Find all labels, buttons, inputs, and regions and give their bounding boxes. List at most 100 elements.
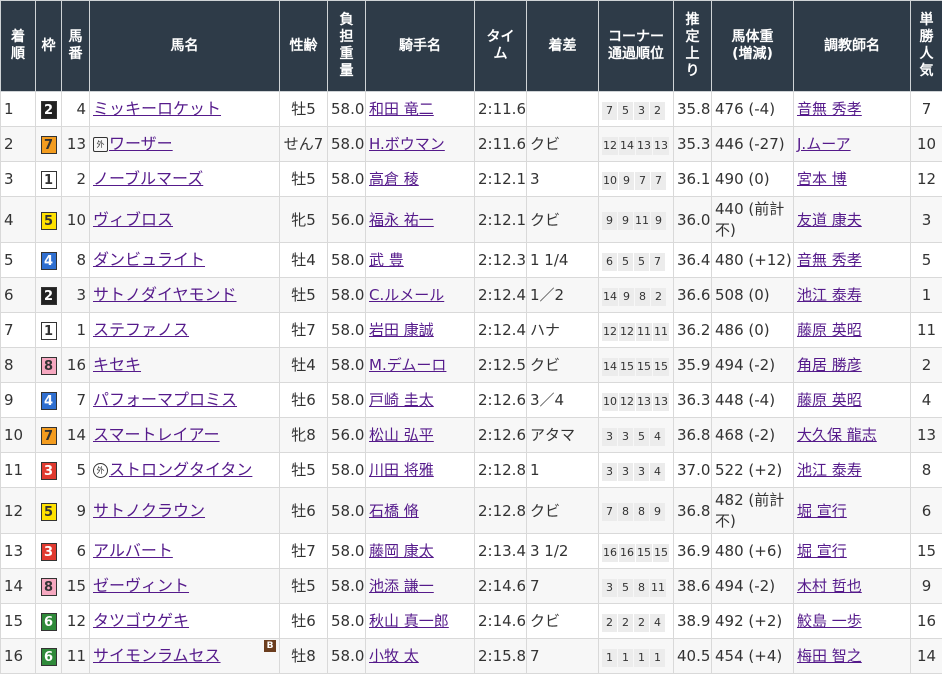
bodyweight-cell: 490 (0) <box>711 161 794 197</box>
header-waku[interactable]: 枠 <box>35 0 62 92</box>
umaban-cell: 10 <box>61 196 90 243</box>
trainer-cell: 木村 哲也 <box>793 568 911 604</box>
bodyweight-cell: 486 (0) <box>711 312 794 348</box>
horse-name-link[interactable]: キセキ <box>93 355 141 374</box>
header-jockey[interactable]: 騎手名 <box>365 0 475 92</box>
header-label-line: り <box>685 63 700 79</box>
corner-position: 16 <box>602 543 618 562</box>
last3f-cell: 36.8 <box>673 417 712 453</box>
header-weight[interactable]: 負担重量 <box>327 0 366 92</box>
header-corner[interactable]: コーナー 通過順位 <box>598 0 674 92</box>
jockey-link[interactable]: 松山 弘平 <box>369 426 434 444</box>
jockey-link[interactable]: 和田 竜二 <box>369 100 434 118</box>
corner-positions: 10 9 7 7 <box>602 169 667 190</box>
jockey-link[interactable]: 武 豊 <box>369 251 404 269</box>
header-last3f[interactable]: 推定上り <box>673 0 712 92</box>
jockey-link[interactable]: 岩田 康誠 <box>369 321 434 339</box>
corner-position: 6 <box>602 252 617 271</box>
weight-cell: 58.0 <box>327 91 366 127</box>
horse-name-link[interactable]: パフォーマプロミス <box>93 390 237 409</box>
corner-positions: 16 16 15 15 <box>602 541 670 562</box>
horse-name-link[interactable]: ミッキーロケット <box>93 99 221 118</box>
trainer-link[interactable]: 藤原 英昭 <box>797 391 862 409</box>
jockey-cell: 福永 祐一 <box>365 196 475 243</box>
jockey-link[interactable]: H.ボウマン <box>369 135 445 153</box>
header-sexage[interactable]: 性齢 <box>279 0 328 92</box>
jockey-cell: 石橋 脩 <box>365 487 475 534</box>
time-cell: 2:12.4 <box>474 277 527 313</box>
horse-name-link[interactable]: アルバート <box>93 541 173 560</box>
trainer-link[interactable]: 藤原 英昭 <box>797 321 862 339</box>
horse-name-link[interactable]: サトノダイヤモンド <box>93 285 237 304</box>
header-umaban[interactable]: 馬番 <box>61 0 90 92</box>
header-label-line: 順 <box>11 46 25 62</box>
trainer-link[interactable]: J.ムーア <box>797 135 851 153</box>
corner-position: 5 <box>634 252 649 271</box>
jockey-link[interactable]: 小牧 太 <box>369 647 419 665</box>
trainer-link[interactable]: 角居 勝彦 <box>797 356 862 374</box>
table-body: 1 2 4 ミッキーロケット 牡5 58.0 和田 竜二 2:11.6 7 5 3 2 35.8 476 … <box>0 91 942 674</box>
table-row: 16 6 11 B サイモンラムセス 牡8 58.0 小牧 太 2:15.8 7 1 1 1 1 40.5 4… <box>0 638 942 674</box>
jockey-link[interactable]: 藤岡 康太 <box>369 542 434 560</box>
trainer-link[interactable]: 宮本 博 <box>797 170 847 188</box>
header-pop[interactable]: 単勝人気 <box>910 0 942 92</box>
horse-name-link[interactable]: サイモンラムセス <box>93 646 221 665</box>
horse-name-link[interactable]: ゼーヴィント <box>93 576 189 595</box>
horse-name-link[interactable]: ノーブルマーズ <box>93 169 203 188</box>
jockey-cell: 松山 弘平 <box>365 417 475 453</box>
horse-name-link[interactable]: ダンビュライト <box>93 250 205 269</box>
jockey-link[interactable]: 高倉 稜 <box>369 170 419 188</box>
trainer-link[interactable]: 梅田 智之 <box>797 647 862 665</box>
corner-position: 3 <box>634 462 649 481</box>
trainer-link[interactable]: 大久保 龍志 <box>797 426 877 444</box>
header-rank[interactable]: 着順 <box>0 0 36 92</box>
jockey-link[interactable]: M.デムーロ <box>369 356 446 374</box>
trainer-link[interactable]: 堀 宣行 <box>797 542 847 560</box>
header-time[interactable]: タイム <box>474 0 527 92</box>
trainer-link[interactable]: 池江 泰寿 <box>797 286 862 304</box>
header-trainer[interactable]: 調教師名 <box>793 0 911 92</box>
weight-cell: 58.0 <box>327 382 366 418</box>
corner-positions: 3334 <box>602 460 666 481</box>
horse-name-link[interactable]: タツゴウゲキ <box>93 611 189 630</box>
jockey-cell: 藤岡 康太 <box>365 533 475 569</box>
jockey-link[interactable]: C.ルメール <box>369 286 444 304</box>
header-margin[interactable]: 着差 <box>526 0 599 92</box>
time-cell: 2:15.8 <box>474 638 527 674</box>
horse-name-link[interactable]: ワーザー <box>109 134 173 153</box>
jockey-link[interactable]: 池添 謙一 <box>369 577 434 595</box>
trainer-link[interactable]: 音無 秀孝 <box>797 251 862 269</box>
horse-name-link[interactable]: ステファノス <box>93 320 189 339</box>
jockey-link[interactable]: 川田 将雅 <box>369 461 434 479</box>
weight-cell: 58.0 <box>327 242 366 278</box>
trainer-link[interactable]: 音無 秀孝 <box>797 100 862 118</box>
header-bodyweight[interactable]: 馬体重 (増減) <box>711 0 794 92</box>
rank-cell: 2 <box>0 126 36 162</box>
horse-name-link[interactable]: サトノクラウン <box>93 501 205 520</box>
horse-name-link[interactable]: ストロングタイタン <box>109 460 252 479</box>
corner-cell: 14 15 15 15 <box>598 347 674 383</box>
rank-cell: 12 <box>0 487 36 534</box>
waku-badge: 5 <box>40 211 57 230</box>
trainer-link[interactable]: 木村 哲也 <box>797 577 862 595</box>
horse-name-link[interactable]: スマートレイアー <box>93 425 220 444</box>
margin-cell: クビ <box>526 347 599 383</box>
popularity-cell: 11 <box>910 312 942 348</box>
time-cell: 2:12.3 <box>474 242 527 278</box>
umaban-cell: 16 <box>61 347 90 383</box>
corner-position: 9 <box>650 503 665 521</box>
table-row: 8 8 16 キセキ 牡4 58.0 M.デムーロ 2:12.5 クビ 14 15 15 15 35.9 4… <box>0 347 942 383</box>
waku-badge: 5 <box>40 502 57 521</box>
trainer-link[interactable]: 鮫島 一歩 <box>797 612 862 630</box>
trainer-link[interactable]: 友道 康夫 <box>797 211 862 229</box>
horse-name-link[interactable]: ヴィブロス <box>93 210 173 229</box>
jockey-link[interactable]: 石橋 脩 <box>369 502 419 520</box>
time-cell: 2:12.4 <box>474 312 527 348</box>
jockey-link[interactable]: 戸崎 圭太 <box>369 391 434 409</box>
header-horse[interactable]: 馬名 <box>89 0 280 92</box>
jockey-link[interactable]: 福永 祐一 <box>369 211 434 229</box>
popularity-cell: 1 <box>910 277 942 313</box>
trainer-link[interactable]: 池江 泰寿 <box>797 461 862 479</box>
trainer-link[interactable]: 堀 宣行 <box>797 502 847 520</box>
jockey-link[interactable]: 秋山 真一郎 <box>369 612 449 630</box>
